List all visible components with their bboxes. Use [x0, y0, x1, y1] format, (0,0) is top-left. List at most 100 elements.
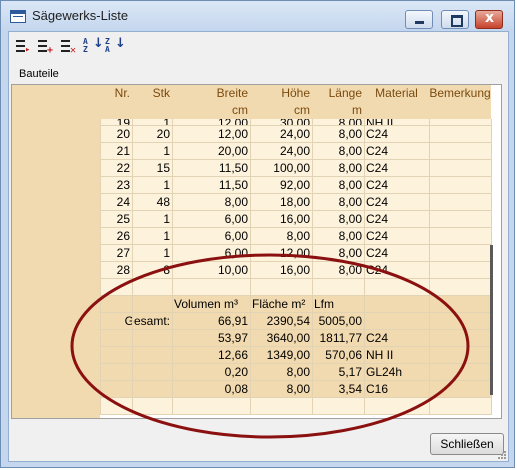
table-cell: 1 [132, 143, 172, 160]
grid-line [100, 295, 491, 296]
sort-ascending-button[interactable]: AZ ↓ [83, 37, 104, 56]
column-header: Länge [312, 85, 364, 102]
summary-cell [100, 296, 172, 313]
table-cell: 25 [100, 211, 132, 228]
summary-header: Lfm [312, 296, 364, 313]
window-close-button[interactable]: x [475, 10, 503, 29]
plus-icon: + [47, 45, 54, 56]
rows-icon [61, 40, 70, 52]
column-unit: cm [250, 102, 312, 119]
summary-header: Fläche m² [250, 296, 312, 313]
table-cell: 100,00 [250, 160, 312, 177]
summary-lfm: 570,06 [312, 347, 364, 364]
list-icon [16, 40, 25, 52]
scrollbar-thumb[interactable] [490, 245, 493, 395]
close-button[interactable]: Schließen [430, 433, 504, 455]
table-cell: 21 [100, 143, 132, 160]
summary-cell [100, 398, 491, 415]
summary-header: Volumen m³ [172, 296, 250, 313]
table-cell: 8,00 [312, 262, 364, 279]
table-cell: 6,00 [172, 245, 250, 262]
maximize-button[interactable] [441, 10, 469, 29]
table-cell: C24 [364, 143, 429, 160]
rows-icon [38, 40, 47, 52]
summary-cell [429, 364, 491, 381]
summary-cell [429, 296, 491, 313]
summary-label: Gesamt: [100, 313, 172, 330]
grid-line [100, 278, 491, 279]
table-cell: 1 [132, 228, 172, 245]
table-cell: C24 [364, 194, 429, 211]
table-cell: 8 [132, 262, 172, 279]
grid-line [364, 119, 365, 415]
table-cell [429, 177, 491, 194]
table-cell [429, 160, 491, 177]
table-cell [429, 143, 491, 160]
table-cell [429, 126, 491, 143]
column-header: Höhe [250, 85, 312, 102]
grid-line [100, 329, 491, 330]
vertical-scrollbar[interactable] [485, 85, 499, 418]
table-cell: 1 [132, 211, 172, 228]
sort-descending-button[interactable]: ZA ↓ [105, 37, 126, 56]
summary-area: 3640,00 [250, 330, 312, 347]
table-cell [172, 279, 250, 296]
add-row-button[interactable]: + [37, 38, 54, 56]
column-header: Material [364, 85, 429, 102]
title-bar[interactable]: Sägewerks-Liste x [1, 1, 514, 31]
export-list-button[interactable]: ▸ [15, 38, 32, 56]
summary-lfm: 5,17 [312, 364, 364, 381]
table-cell [429, 228, 491, 245]
grid-row-header-column [12, 85, 100, 418]
minimize-button[interactable] [405, 10, 433, 29]
grid-line [100, 244, 491, 245]
summary-lfm: 5005,00 [312, 313, 364, 330]
column-unit: cm [172, 102, 250, 119]
table-cell: 23 [100, 177, 132, 194]
table-cell: 24,00 [250, 143, 312, 160]
summary-label [100, 330, 172, 347]
table-cell: 24 [100, 194, 132, 211]
table-cell: C24 [364, 211, 429, 228]
summary-cell [429, 347, 491, 364]
table-cell: 10,00 [172, 262, 250, 279]
table-cell: 6,00 [172, 228, 250, 245]
summary-material: GL24h [364, 364, 429, 381]
table-cell: 26 [100, 228, 132, 245]
grid-line [172, 119, 173, 415]
parts-grid[interactable]: Nr.StkBreiteHöheLängeMaterialBemerkung cm… [11, 84, 502, 419]
summary-cell [429, 313, 491, 330]
grid-line [100, 176, 491, 177]
resize-grip[interactable] [496, 449, 506, 459]
column-unit: m [312, 102, 364, 119]
grid-line [100, 312, 491, 313]
table-cell: 8,00 [312, 177, 364, 194]
summary-area: 2390,54 [250, 313, 312, 330]
summary-area: 8,00 [250, 381, 312, 398]
arrow-down-icon: ↓ [115, 36, 126, 51]
table-cell: 8,00 [312, 126, 364, 143]
table-cell: 1 [132, 177, 172, 194]
summary-area: 8,00 [250, 364, 312, 381]
grid-line [100, 227, 491, 228]
summary-material: NH II [364, 347, 429, 364]
summary-lfm: 1811,77 [312, 330, 364, 347]
table-cell: 8,00 [312, 228, 364, 245]
delete-row-button[interactable]: ✕ [60, 38, 77, 56]
table-cell: C24 [364, 126, 429, 143]
table-cell: 24,00 [250, 126, 312, 143]
table-cell: 11,50 [172, 177, 250, 194]
table-cell: C24 [364, 160, 429, 177]
table-cell [312, 279, 364, 296]
grid-line [100, 210, 491, 211]
table-cell: 20,00 [172, 143, 250, 160]
table-cell: 8,00 [312, 143, 364, 160]
table-cell [250, 279, 312, 296]
column-unit [364, 102, 429, 119]
table-cell: 28 [100, 262, 132, 279]
grid-line [312, 119, 313, 415]
close-icon: x [485, 10, 495, 26]
column-header: Breite [172, 85, 250, 102]
table-cell [429, 262, 491, 279]
table-cell: 8,00 [312, 194, 364, 211]
